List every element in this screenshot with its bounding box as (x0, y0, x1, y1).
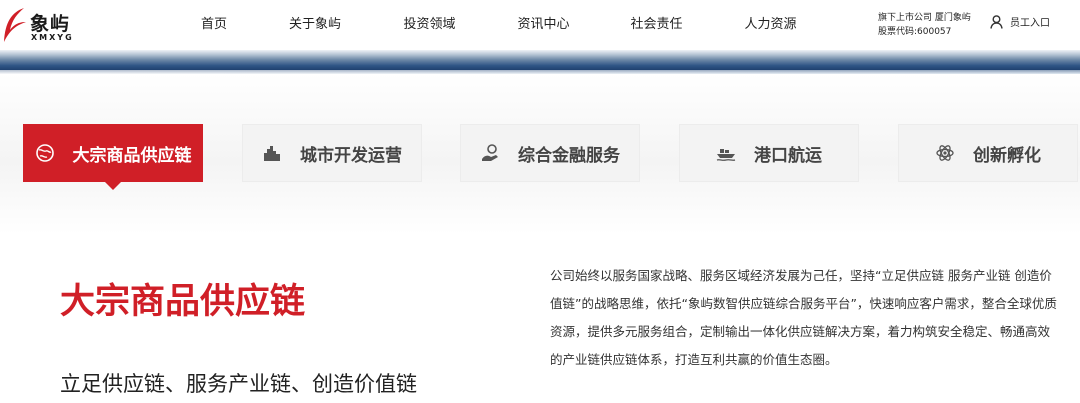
section-subtitle: 立足供应链、服务产业链、创造价值链 (60, 372, 417, 396)
tab-label: 大宗商品供应链 (72, 145, 192, 166)
tab-innovation[interactable]: 创新孵化 (898, 124, 1078, 182)
stock-code: 股票代码:600057 (878, 27, 952, 37)
nav-item-news[interactable]: 资讯中心 (487, 0, 600, 50)
tab-financial-services[interactable]: 综合金融服务 (460, 124, 640, 182)
stock-info: 旗下上市公司 厦门象屿 股票代码:600057 (878, 11, 971, 39)
nav-item-responsibility[interactable]: 社会责任 (600, 0, 713, 50)
logo-name-en: XMXYG (31, 33, 74, 42)
staff-entry-link[interactable]: 员工入口 (990, 14, 1050, 29)
tab-label: 港口航运 (754, 145, 822, 166)
staff-entry-label: 员工入口 (1010, 18, 1050, 29)
globe-icon (35, 144, 54, 162)
section-description: 公司始终以服务国家战略、服务区域经济发展为己任，坚持“立足供应链 服务产业链 创… (550, 268, 1057, 367)
nav-item-about[interactable]: 关于象屿 (258, 0, 372, 50)
main-nav: 首页 关于象屿 投资领域 资讯中心 社会责任 人力资源 (170, 0, 828, 50)
section-title: 大宗商品供应链 (60, 282, 306, 322)
stock-company: 旗下上市公司 厦门象屿 (878, 13, 971, 23)
site-header: 象屿 XMXYG 首页 关于象屿 投资领域 资讯中心 社会责任 人力资源 旗下上… (0, 0, 1080, 50)
tab-label: 创新孵化 (973, 145, 1041, 166)
ship-icon (716, 149, 736, 161)
user-icon (990, 14, 1003, 29)
nav-item-hr[interactable]: 人力资源 (713, 0, 828, 50)
business-tabs: 大宗商品供应链 城市开发运营 综合金融服务 港口航运 创新孵化 (0, 74, 1080, 234)
atom-icon (936, 145, 954, 161)
nav-item-investment[interactable]: 投资领域 (372, 0, 487, 50)
logo-name-cn: 象屿 (30, 13, 71, 35)
tab-label: 综合金融服务 (518, 145, 620, 166)
banner-strip (0, 50, 1080, 74)
logo[interactable]: 象屿 XMXYG (0, 2, 80, 48)
tab-label: 城市开发运营 (300, 145, 402, 166)
finance-icon (482, 144, 498, 161)
city-icon (264, 146, 280, 161)
brand-logo-icon (4, 8, 26, 42)
tab-port-shipping[interactable]: 港口航运 (679, 124, 859, 182)
tab-supply-chain[interactable]: 大宗商品供应链 (23, 124, 203, 190)
nav-item-home[interactable]: 首页 (170, 0, 258, 50)
tab-city-development[interactable]: 城市开发运营 (242, 124, 422, 182)
